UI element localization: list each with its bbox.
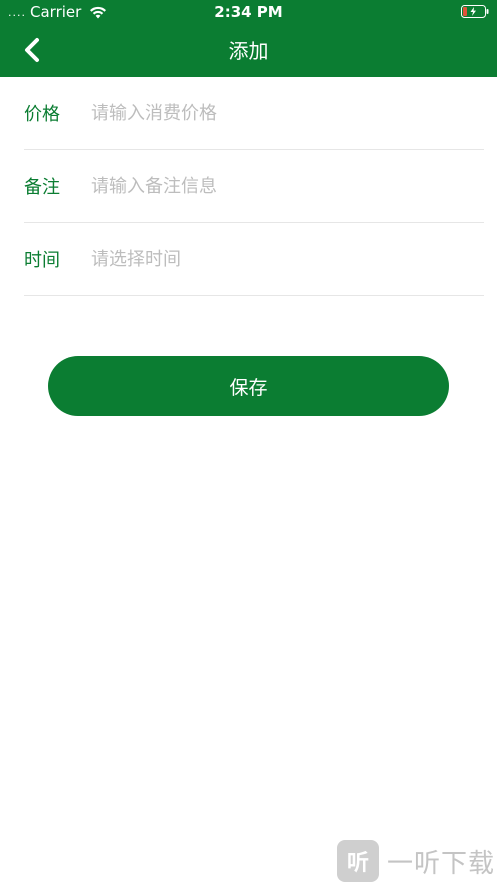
status-time: 2:34 PM — [214, 3, 283, 21]
note-label: 备注 — [24, 177, 60, 198]
note-input[interactable] — [91, 166, 484, 206]
navigation-bar: 添加 — [0, 24, 497, 77]
status-bar: .... Carrier 2:34 PM — [0, 0, 497, 24]
note-row: 备注 — [24, 150, 484, 223]
price-label: 价格 — [24, 104, 60, 125]
price-row: 价格 — [24, 77, 484, 150]
battery-icon — [461, 5, 489, 18]
watermark-text: 一听下载 — [387, 848, 496, 879]
page-title: 添加 — [228, 39, 269, 63]
save-button[interactable]: 保存 — [48, 356, 449, 416]
time-row: 时间 — [24, 223, 484, 296]
time-picker-input[interactable] — [91, 239, 484, 279]
app-header: .... Carrier 2:34 PM 添加 — [0, 0, 497, 77]
add-form: 价格 备注 时间 — [24, 77, 484, 296]
watermark-logo-icon: 听 — [337, 840, 379, 882]
price-input[interactable] — [91, 93, 484, 133]
watermark: 听 一听下载 — [337, 840, 495, 882]
time-label: 时间 — [24, 250, 60, 271]
